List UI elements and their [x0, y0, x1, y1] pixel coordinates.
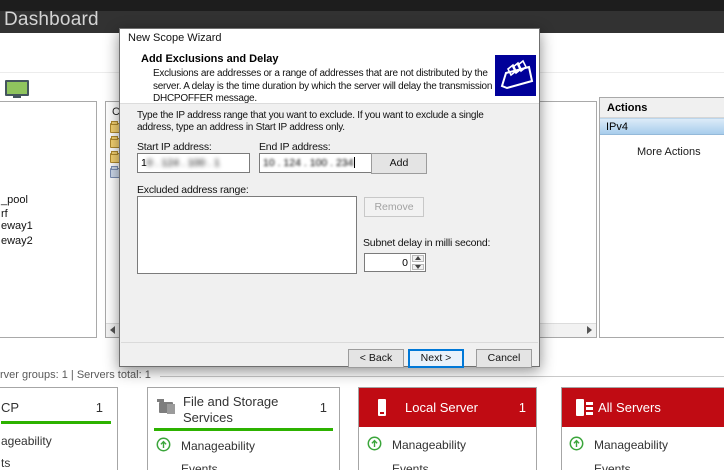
actions-pane-header: Actions: [600, 98, 724, 118]
tile-row-events[interactable]: Events: [181, 462, 218, 470]
down-arrow-icon: [415, 265, 421, 269]
tile-count: 1: [320, 400, 327, 415]
tile-row-manageability[interactable]: Manageability: [594, 438, 668, 452]
tile-row-events[interactable]: ts: [1, 456, 10, 470]
start-ip-redacted: 0 . 124 . 100 . 1: [147, 157, 220, 169]
console-tree-pane: _pool rf eway1 eway2: [0, 101, 97, 338]
local-server-icon: [378, 399, 386, 416]
tile-count: 1: [96, 400, 103, 415]
actions-more-actions[interactable]: More Actions: [637, 146, 701, 158]
all-servers-icon: [576, 399, 584, 416]
tile-row-manageability[interactable]: Manageability: [392, 438, 466, 452]
start-ip-label: Start IP address:: [137, 141, 212, 153]
tree-item-pool[interactable]: _pool: [1, 194, 28, 206]
wizard-page-title: Add Exclusions and Delay: [141, 53, 279, 65]
scroll-right-icon[interactable]: [587, 326, 592, 334]
monitor-icon[interactable]: [5, 80, 29, 96]
tree-item-rf[interactable]: rf: [1, 208, 8, 220]
tree-item-gateway2[interactable]: eway2: [1, 235, 33, 247]
tile-row-manageability[interactable]: Manageability: [181, 439, 255, 453]
tile-row-manageability[interactable]: ageability: [1, 434, 52, 448]
wizard-description: Exclusions are addresses or a range of a…: [153, 68, 510, 106]
subnet-delay-label: Subnet delay in milli second:: [363, 237, 490, 249]
tile-row-events[interactable]: Events: [594, 462, 631, 470]
excluded-range-listbox[interactable]: [137, 196, 357, 274]
new-scope-wizard-dialog: New Scope Wizard Add Exclusions and Dela…: [119, 28, 540, 367]
tile-row-events[interactable]: Events: [392, 462, 429, 470]
add-button[interactable]: Add: [371, 153, 427, 174]
up-arrow-icon: [415, 256, 421, 260]
tile-name-line1[interactable]: File and Storage: [183, 394, 278, 410]
end-ip-input[interactable]: 10 . 124 . 100 . 234: [259, 153, 373, 173]
spinner-up-button[interactable]: [412, 255, 424, 262]
tree-item-gateway1[interactable]: eway1: [1, 220, 33, 232]
tile-all-servers[interactable]: All Servers Manageability Events: [561, 387, 724, 470]
subnet-delay-value: 0: [365, 254, 410, 271]
tile-dhcp[interactable]: CP 1 ageability ts: [0, 387, 118, 470]
tile-file-storage[interactable]: File and Storage Services 1 Manageabilit…: [147, 387, 340, 470]
tile-count: 1: [519, 400, 526, 415]
actions-pane: Actions IPv4 More Actions: [599, 97, 724, 338]
scroll-left-icon[interactable]: [110, 326, 115, 334]
end-ip-redacted: 10 . 124 . 100 . 234: [263, 157, 354, 169]
tile-name[interactable]: CP: [1, 400, 19, 416]
screen: Dashboard _pool rf eway1 eway2 C Actions…: [0, 0, 724, 470]
subnet-delay-spinner[interactable]: 0: [364, 253, 426, 272]
tile-local-server[interactable]: Local Server 1 Manageability Events: [358, 387, 537, 470]
remove-button[interactable]: Remove: [364, 197, 424, 217]
tile-name[interactable]: Local Server: [405, 400, 478, 415]
dialog-title: New Scope Wizard: [128, 32, 222, 44]
next-button[interactable]: Next >: [408, 349, 464, 368]
manageability-ok-icon: [367, 436, 382, 451]
dhcp-wizard-icon: [495, 55, 536, 96]
start-ip-visible: 1: [141, 157, 147, 169]
tile-divider: [1, 421, 111, 424]
button-row-divider: [121, 342, 538, 343]
tile-name[interactable]: All Servers: [598, 400, 661, 415]
tile-name-line2[interactable]: Services: [183, 410, 233, 426]
description-line: Exclusions are addresses or a range of a…: [153, 68, 510, 81]
end-ip-label: End IP address:: [259, 141, 331, 153]
file-storage-icon: [159, 402, 173, 413]
wizard-header: Add Exclusions and Delay Exclusions are …: [120, 47, 539, 104]
actions-item-ipv4[interactable]: IPv4: [600, 118, 724, 135]
wizard-instructions: Type the IP address range that you want …: [137, 110, 484, 134]
description-line: server. A delay is the time duration by …: [153, 81, 510, 94]
manageability-ok-icon: [569, 436, 584, 451]
cancel-button[interactable]: Cancel: [476, 349, 532, 368]
instruction-line: address, type an address in Start IP add…: [137, 122, 484, 134]
instruction-line: Type the IP address range that you want …: [137, 110, 484, 122]
spinner-down-button[interactable]: [412, 264, 424, 271]
tile-divider: [154, 428, 333, 431]
back-button[interactable]: < Back: [348, 349, 404, 368]
window-bottom-edge: [160, 376, 724, 377]
page-title: Dashboard: [4, 9, 99, 31]
status-bar: rver groups: 1 | Servers total: 1: [0, 369, 151, 381]
description-line: DHCPOFFER message.: [153, 93, 510, 106]
start-ip-input[interactable]: 10 . 124 . 100 . 1: [137, 153, 250, 173]
excluded-range-label: Excluded address range:: [137, 184, 249, 196]
manageability-ok-icon: [156, 437, 171, 452]
